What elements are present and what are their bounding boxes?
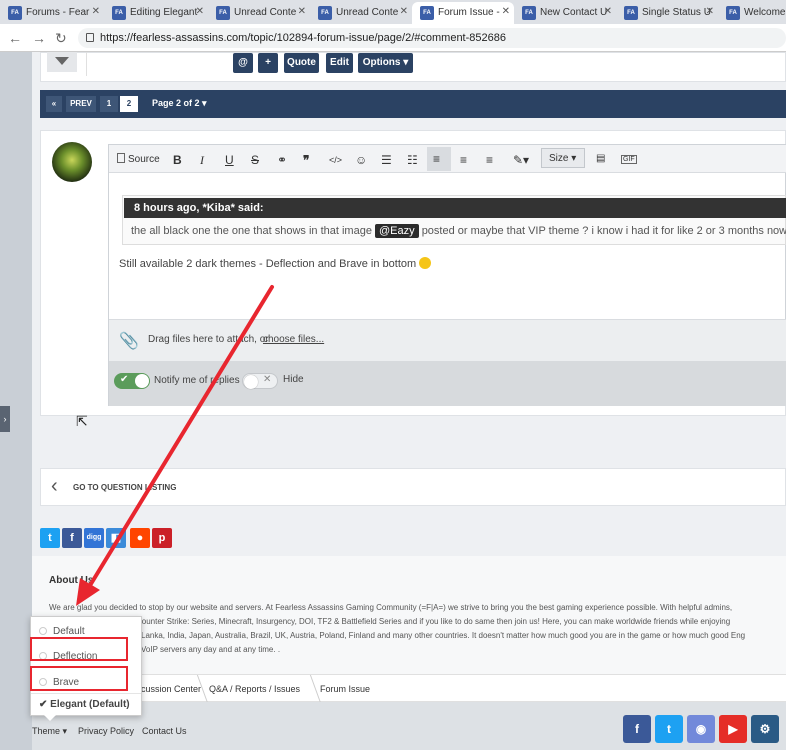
arrow-shaft [84,285,274,594]
annotation-arrow [76,285,274,606]
arrow-head [76,578,100,606]
